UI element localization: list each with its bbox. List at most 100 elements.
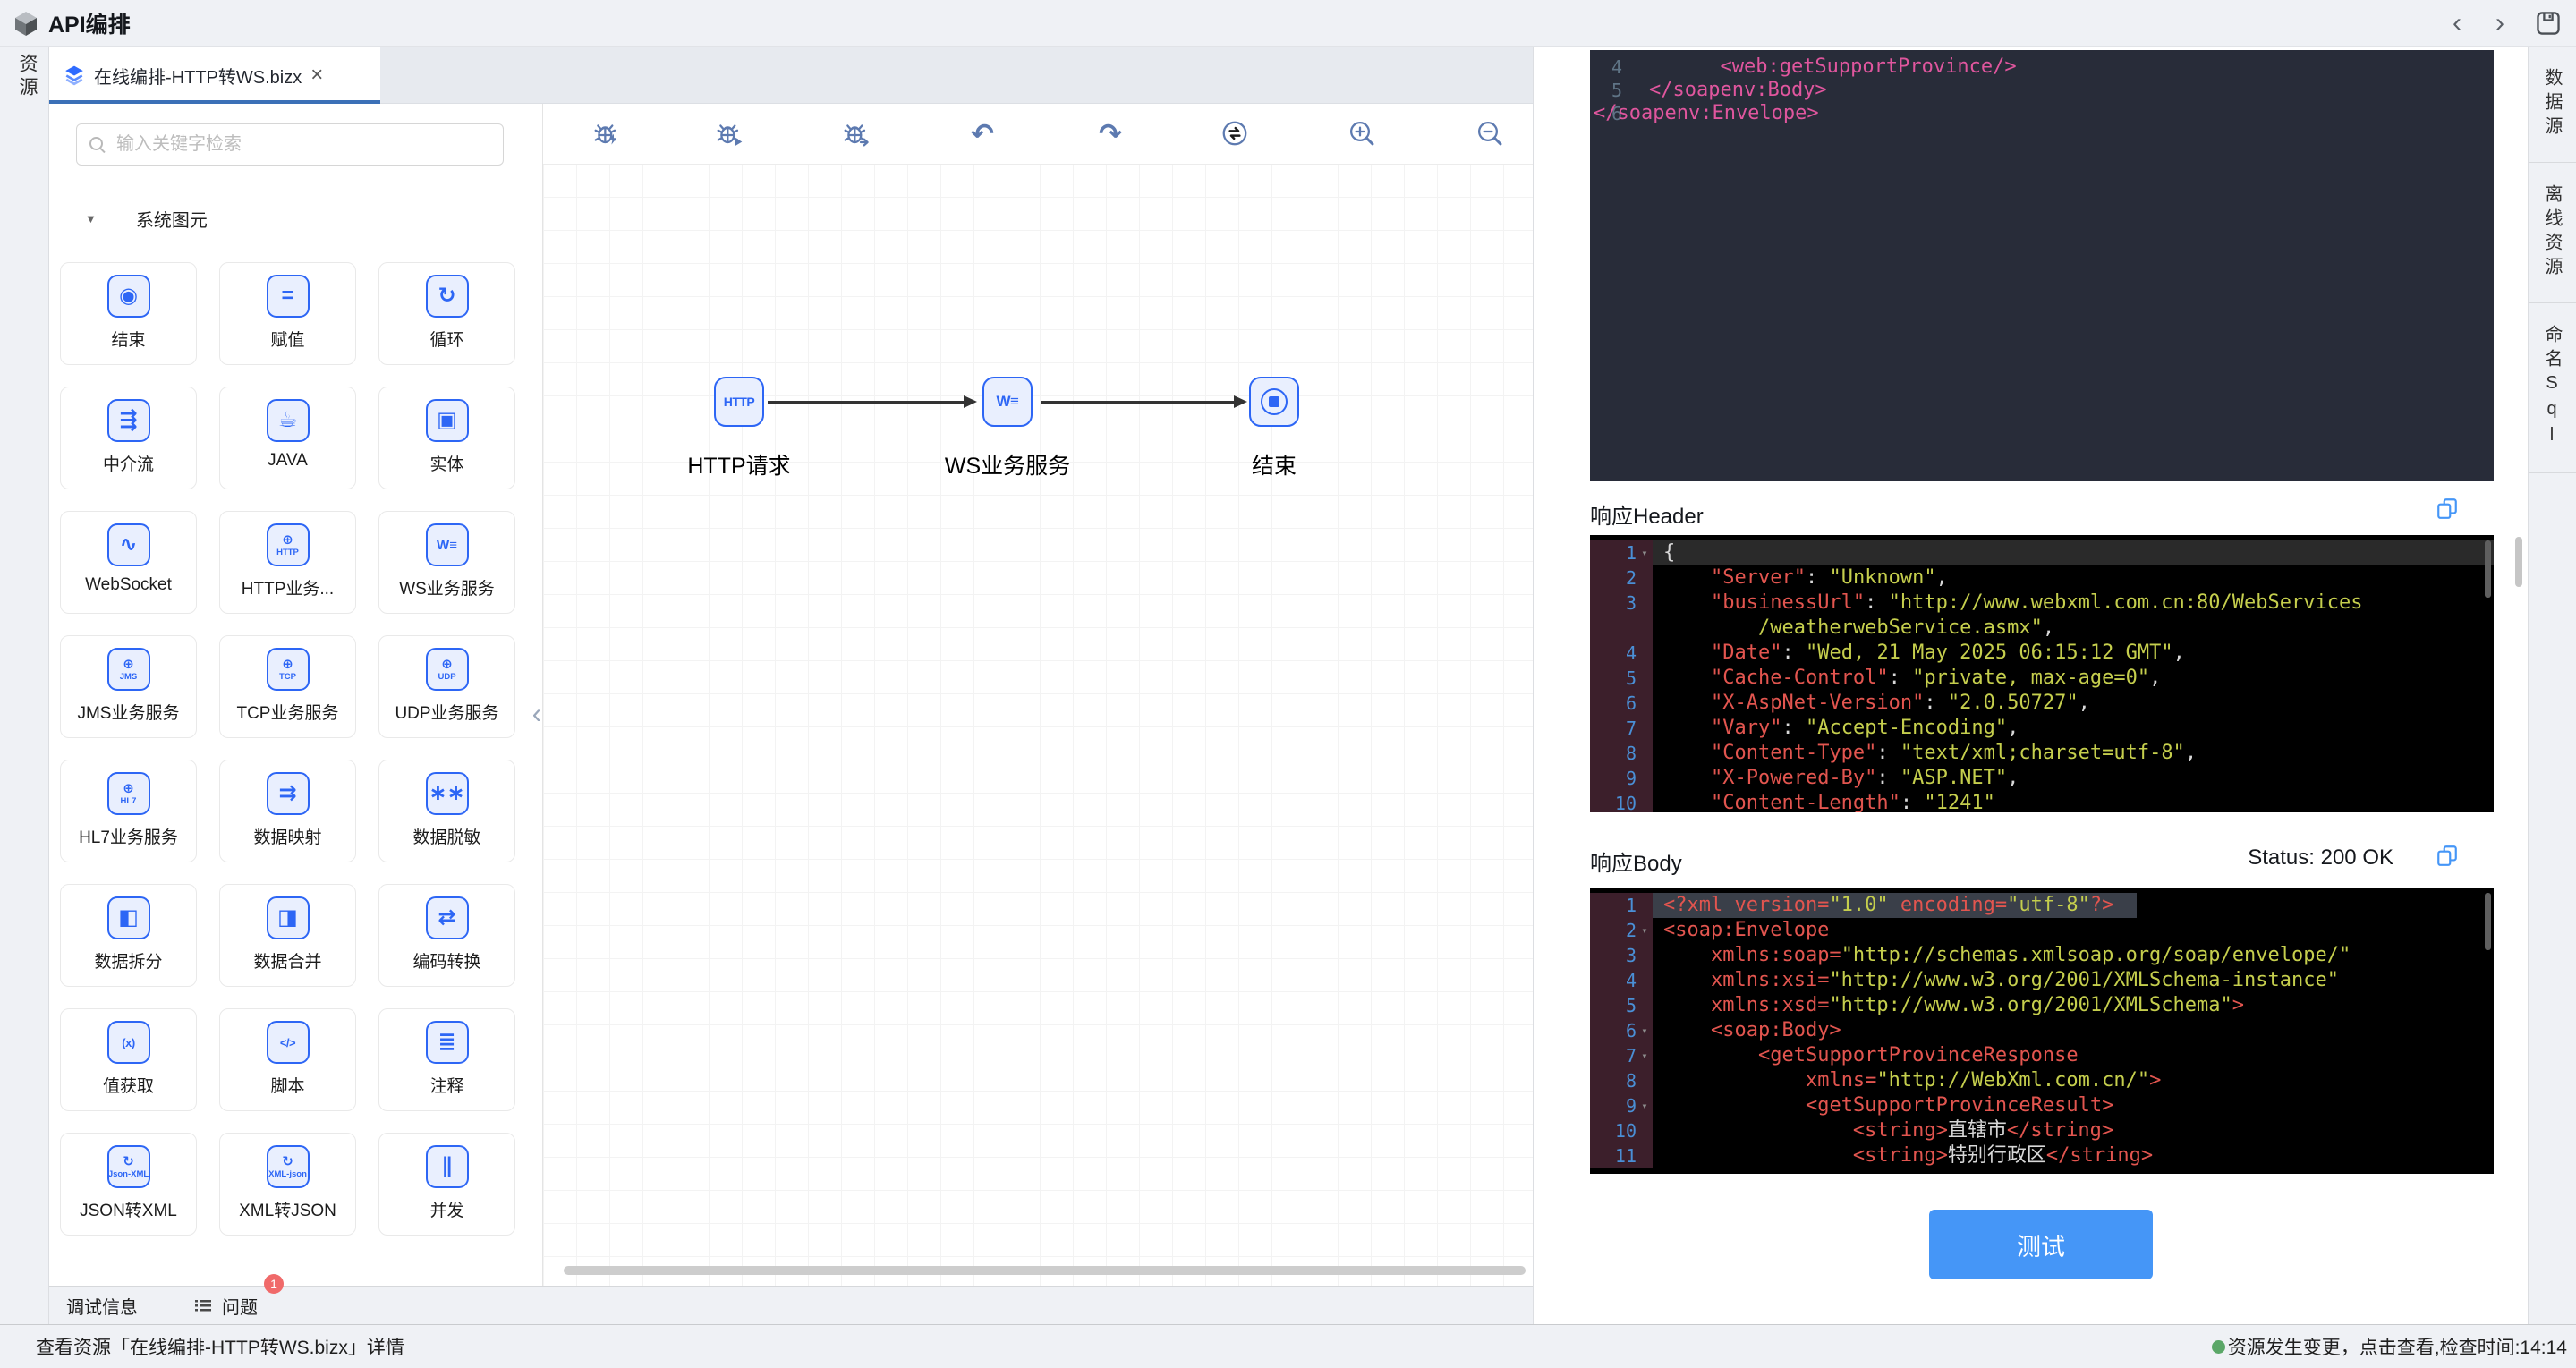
collapse-palette-button[interactable]: ‹: [528, 687, 546, 741]
app-logo-icon: [13, 10, 39, 37]
assign-icon: =: [266, 275, 310, 318]
palette-item-encode-convert[interactable]: ⇄ 编码转换: [378, 884, 515, 987]
palette-item-label: HTTP业务...: [241, 580, 335, 599]
problems-count-badge: 1: [264, 1274, 284, 1294]
palette-item-concurrent[interactable]: ∥ 并发: [378, 1133, 515, 1236]
code-line: 10 <string>直辖市</string>: [1590, 1118, 2494, 1143]
tab-online-orchestration[interactable]: 在线编排-HTTP转WS.bizx ×: [49, 47, 380, 104]
node-http-request[interactable]: HTTP: [714, 377, 764, 427]
node-end[interactable]: [1249, 377, 1299, 427]
code-line: 3 xmlns:soap="http://schemas.xmlsoap.org…: [1590, 943, 2494, 968]
code-line: 9 ▾ <getSupportProvinceResult>: [1590, 1093, 2494, 1118]
redo-icon[interactable]: ↷: [1095, 118, 1126, 149]
palette-section-header[interactable]: ▼ 系统图元: [85, 204, 208, 233]
palette-item-value-get[interactable]: (x) 值获取: [60, 1008, 197, 1111]
concurrent-icon: ∥: [425, 1145, 469, 1188]
http-request-icon: HTTP: [723, 395, 755, 409]
app-title: API编排: [48, 12, 131, 38]
palette-item-label: 循环: [429, 331, 464, 350]
palette-item-tcp-service[interactable]: ⊕ TCP TCP业务服务: [219, 635, 356, 738]
code-line: 1 ▾{: [1590, 540, 2494, 565]
palette-item-label: 结束: [111, 331, 146, 350]
palette-grid: ◉ 结束 = 赋值 ↻ 循环 ⇶ 中介流 ☕ JAVA ▣ 实体 ∿ WebSocket ⊕ HTTP HTTP…: [60, 262, 532, 1236]
tab-close-icon[interactable]: ×: [310, 64, 323, 86]
palette-item-ws-service[interactable]: W≡ WS业务服务: [378, 511, 515, 614]
debug-flash-icon[interactable]: [592, 118, 623, 149]
nav-back-icon[interactable]: ‹: [2449, 10, 2465, 37]
status-resource-detail[interactable]: 查看资源「在线编排-HTTP转WS.bizx」详情: [36, 1333, 404, 1360]
copy-response-body-icon[interactable]: [2436, 844, 2459, 867]
inspector-panel: 4 <web:getSupportProvince/> 5 </soapenv:Bo…: [1533, 47, 2528, 1324]
right-rail-item-named-sql[interactable]: 命名Sql: [2529, 303, 2576, 473]
node-ws-service[interactable]: W≡: [982, 377, 1033, 427]
palette-item-mediator-flow[interactable]: ⇶ 中介流: [60, 387, 197, 489]
list-icon: [195, 1299, 211, 1312]
flow-canvas: ↶ ↷ HTTP HTTP请求 W≡ WS业务服务 结束: [543, 104, 1533, 1286]
main-area: 在线编排-HTTP转WS.bizx × ▼ 系统图元 ◉ 结束 = 赋值 ↻ 循环 ⇶ 中介流…: [49, 47, 1533, 1324]
palette-item-xml-to-json[interactable]: ↻ XML-json XML转JSON: [219, 1133, 356, 1236]
undo-icon[interactable]: ↶: [967, 118, 998, 149]
sync-icon[interactable]: [1220, 118, 1250, 149]
palette-item-data-mapping[interactable]: ⇉ 数据映射: [219, 760, 356, 862]
palette-item-java[interactable]: ☕ JAVA: [219, 387, 356, 489]
editor-scrollbar[interactable]: [2485, 540, 2491, 598]
java-icon: ☕: [266, 399, 310, 442]
right-rail-item-datasource[interactable]: 数据源: [2529, 47, 2576, 163]
data-merge-icon: ◨: [266, 896, 310, 939]
palette-item-label: 编码转换: [412, 953, 481, 972]
palette-item-label: JMS业务服务: [77, 704, 180, 723]
tab-debug-info[interactable]: 调试信息: [66, 1293, 138, 1319]
test-button[interactable]: 测试: [1929, 1210, 2153, 1279]
debug-step-icon[interactable]: [842, 118, 872, 149]
palette-item-label: 数据映射: [253, 828, 322, 847]
palette-item-websocket[interactable]: ∿ WebSocket: [60, 511, 197, 614]
copy-response-header-icon[interactable]: [2436, 497, 2459, 520]
zoom-out-icon[interactable]: [1475, 118, 1505, 149]
palette-item-label: XML转JSON: [239, 1202, 336, 1220]
palette-item-label: HL7业务服务: [79, 828, 178, 847]
save-icon[interactable]: [2535, 10, 2562, 37]
palette-item-label: 数据合并: [253, 953, 322, 972]
palette-item-jms-service[interactable]: ⊕ JMS JMS业务服务: [60, 635, 197, 738]
mediator-flow-icon: ⇶: [106, 399, 150, 442]
palette-item-script[interactable]: </> 脚本: [219, 1008, 356, 1111]
palette-item-data-merge[interactable]: ◨ 数据合并: [219, 884, 356, 987]
response-body-editor[interactable]: 1 <?xml version="1.0" encoding="utf-8"?> 2…: [1590, 888, 2494, 1174]
nav-forward-icon[interactable]: ›: [2492, 10, 2508, 37]
zoom-in-icon[interactable]: [1347, 118, 1377, 149]
palette-item-entity[interactable]: ▣ 实体: [378, 387, 515, 489]
palette-item-end[interactable]: ◉ 结束: [60, 262, 197, 365]
left-rail-resources-tab[interactable]: 资源: [13, 54, 40, 100]
debug-run-icon[interactable]: [715, 118, 745, 149]
palette-item-data-masking[interactable]: ∗∗ 数据脱敏: [378, 760, 515, 862]
request-body-editor[interactable]: 4 <web:getSupportProvince/> 5 </soapenv:Bo…: [1590, 50, 2494, 481]
editor-scrollbar[interactable]: [2485, 893, 2491, 950]
tab-problems[interactable]: 问题: [222, 1293, 258, 1319]
palette-item-assign[interactable]: = 赋值: [219, 262, 356, 365]
search-input[interactable]: [115, 133, 490, 156]
palette-item-data-split[interactable]: ◧ 数据拆分: [60, 884, 197, 987]
response-header-editor[interactable]: 1 ▾{2 "Server": "Unknown", 3 "businessUrl"…: [1590, 535, 2494, 812]
palette-item-loop[interactable]: ↻ 循环: [378, 262, 515, 365]
palette-item-http-service[interactable]: ⊕ HTTP HTTP业务...: [219, 511, 356, 614]
value-get-icon: (x): [106, 1021, 150, 1064]
palette-item-comment[interactable]: ≣ 注释: [378, 1008, 515, 1111]
right-rail-item-offline-resources[interactable]: 离线资源: [2529, 163, 2576, 303]
canvas-toolbar: ↶ ↷: [543, 104, 1533, 165]
canvas-surface[interactable]: [543, 164, 1533, 1286]
palette-item-label: TCP业务服务: [236, 704, 339, 723]
palette-item-label: 值获取: [102, 1077, 154, 1096]
code-line: 4 xmlns:xsi="http://www.w3.org/2001/XMLS…: [1590, 968, 2494, 993]
status-resource-changed[interactable]: 资源发生变更，点击查看,检查时间:14:14: [2211, 1333, 2567, 1360]
palette-item-hl7-service[interactable]: ⊕ HL7 HL7业务服务: [60, 760, 197, 862]
inspector-scrollbar[interactable]: [2515, 537, 2522, 587]
palette-item-label: WS业务服务: [399, 580, 495, 599]
canvas-horizontal-scrollbar[interactable]: [564, 1266, 1526, 1275]
palette-item-udp-service[interactable]: ⊕ UDP UDP业务服务: [378, 635, 515, 738]
app-window: API编排 ‹ › 资源 在线编排-HTTP转WS.bizx × 输入关键字检索…: [0, 0, 2576, 1368]
script-icon: </>: [266, 1021, 310, 1064]
palette-item-json-to-xml[interactable]: ↻ Json-XML JSON转XML: [60, 1133, 197, 1236]
palette-item-label: 实体: [429, 455, 464, 474]
node-label-end: 结束: [1251, 454, 1297, 479]
response-status: Status: 200 OK: [2248, 845, 2393, 870]
